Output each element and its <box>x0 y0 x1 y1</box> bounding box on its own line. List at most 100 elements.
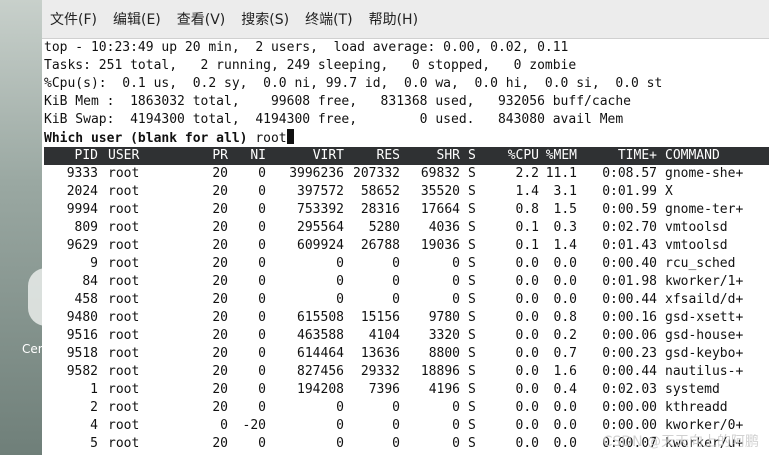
cell-user: root <box>108 220 140 235</box>
col-pr[interactable]: PR <box>178 147 228 165</box>
menu-search[interactable]: 搜索(S) <box>241 9 289 29</box>
cell-user: root <box>108 346 140 361</box>
cell-user: root <box>108 382 140 397</box>
cell-user: root <box>108 256 140 271</box>
cell-time: 0:02.03 <box>602 382 657 397</box>
cell-mem: 1.5 <box>553 202 577 217</box>
menu-help[interactable]: 帮助(H) <box>369 9 418 29</box>
cell-pid: 9516 <box>66 328 98 343</box>
cell-ni: 0 <box>258 166 266 181</box>
cell-virt: 0 <box>336 292 344 307</box>
cell-pr: 20 <box>212 202 228 217</box>
cell-res: 7396 <box>368 382 400 397</box>
cell-pid: 809 <box>74 220 98 235</box>
menu-edit[interactable]: 编辑(E) <box>113 9 161 29</box>
menu-file[interactable]: 文件(F) <box>50 9 97 29</box>
cell-s: S <box>468 274 476 289</box>
col-pid[interactable]: PID <box>44 147 98 165</box>
process-row: 458 root 20 0 0 0 0 S 0.0 0.0 0:00.44 xfsaild/d+ <box>44 291 769 309</box>
cell-time: 0:00.40 <box>602 256 657 271</box>
cell-ni: 0 <box>258 436 266 451</box>
cell-pr: 20 <box>212 220 228 235</box>
cell-cpu: 0.1 <box>515 238 539 253</box>
menu-terminal[interactable]: 终端(T) <box>305 9 352 29</box>
cell-shr: 3320 <box>428 328 460 343</box>
cell-res: 0 <box>392 436 400 451</box>
cell-ni: 0 <box>258 184 266 199</box>
cell-mem: 0.2 <box>553 328 577 343</box>
cell-res: 207332 <box>353 166 400 181</box>
cell-ni: 0 <box>258 274 266 289</box>
cell-cmd: X <box>665 184 673 199</box>
cell-res: 5280 <box>368 220 400 235</box>
col-res[interactable]: RES <box>344 147 400 165</box>
cell-pid: 2024 <box>66 184 98 199</box>
cell-cpu: 0.0 <box>515 364 539 379</box>
menu-view[interactable]: 查看(V) <box>177 9 226 29</box>
cell-time: 0:00.06 <box>602 328 657 343</box>
cell-virt: 295564 <box>297 220 344 235</box>
user-filter-input[interactable]: root <box>255 131 286 146</box>
cell-ni: 0 <box>258 202 266 217</box>
cell-shr: 19036 <box>420 238 460 253</box>
cell-s: S <box>468 418 476 433</box>
cell-mem: 0.0 <box>553 256 577 271</box>
cell-s: S <box>468 328 476 343</box>
cell-mem: 0.0 <box>553 436 577 451</box>
cell-ni: -20 <box>242 418 266 433</box>
cell-cpu: 0.0 <box>515 346 539 361</box>
col-mem[interactable]: %MEM <box>539 147 577 165</box>
process-row: 809 root 20 0 295564 5280 4036 S 0.1 0.3 0:02.70 vm… <box>44 219 769 237</box>
cell-pr: 20 <box>212 166 228 181</box>
cell-virt: 0 <box>336 400 344 415</box>
mem-line: KiB Mem : 1863032 total, 99608 free, 831… <box>44 94 631 109</box>
cell-pid: 458 <box>74 292 98 307</box>
col-virt[interactable]: VIRT <box>266 147 344 165</box>
cell-user: root <box>108 184 140 199</box>
cell-shr: 8800 <box>428 346 460 361</box>
cell-cmd: gsd-keybo+ <box>665 346 744 361</box>
cell-ni: 0 <box>258 220 266 235</box>
cell-res: 58652 <box>360 184 400 199</box>
col-ni[interactable]: NI <box>228 147 266 165</box>
cell-virt: 827456 <box>297 364 344 379</box>
cell-pr: 20 <box>212 346 228 361</box>
cell-user: root <box>108 238 140 253</box>
cell-pid: 9582 <box>66 364 98 379</box>
cell-ni: 0 <box>258 364 266 379</box>
cell-pid: 9333 <box>66 166 98 181</box>
col-shr[interactable]: SHR <box>400 147 460 165</box>
col-state[interactable]: S <box>460 147 490 165</box>
cell-cmd: systemd <box>665 382 720 397</box>
col-cpu[interactable]: %CPU <box>490 147 539 165</box>
col-time[interactable]: TIME+ <box>577 147 657 165</box>
process-row: 9333 root 20 0 3996236 207332 69832 S 2.2 11.1 0:0… <box>44 165 769 183</box>
cell-res: 15156 <box>360 310 400 325</box>
col-command[interactable]: COMMAND <box>657 147 761 165</box>
col-user[interactable]: USER <box>98 147 178 165</box>
cell-virt: 397572 <box>297 184 344 199</box>
user-filter-prompt[interactable]: Which user (blank for all) root <box>44 129 769 147</box>
cell-cpu: 0.0 <box>515 256 539 271</box>
cell-mem: 0.7 <box>553 346 577 361</box>
cell-time: 0:08.57 <box>602 166 657 181</box>
cell-res: 0 <box>392 418 400 433</box>
cell-s: S <box>468 364 476 379</box>
cell-time: 0:01.98 <box>602 274 657 289</box>
menu-bar: 文件(F) 编辑(E) 查看(V) 搜索(S) 终端(T) 帮助(H) <box>42 0 769 39</box>
cell-pr: 20 <box>212 400 228 415</box>
cell-cmd: kworker/1+ <box>665 274 744 289</box>
cell-mem: 1.6 <box>553 364 577 379</box>
terminal-output[interactable]: top - 10:23:49 up 20 min, 2 users, load … <box>44 39 769 455</box>
swap-line: KiB Swap: 4194300 total, 4194300 free, 0… <box>44 112 624 127</box>
process-row: 1 root 20 0 194208 7396 4196 S 0.0 0.4 0:02.03 syst… <box>44 381 769 399</box>
cell-user: root <box>108 292 140 307</box>
cell-res: 29332 <box>360 364 400 379</box>
cell-virt: 3996236 <box>289 166 344 181</box>
cell-time: 0:01.43 <box>602 238 657 253</box>
cell-res: 26788 <box>360 238 400 253</box>
cell-mem: 0.0 <box>553 292 577 307</box>
cell-time: 0:01.99 <box>602 184 657 199</box>
cell-s: S <box>468 292 476 307</box>
cell-res: 28316 <box>360 202 400 217</box>
